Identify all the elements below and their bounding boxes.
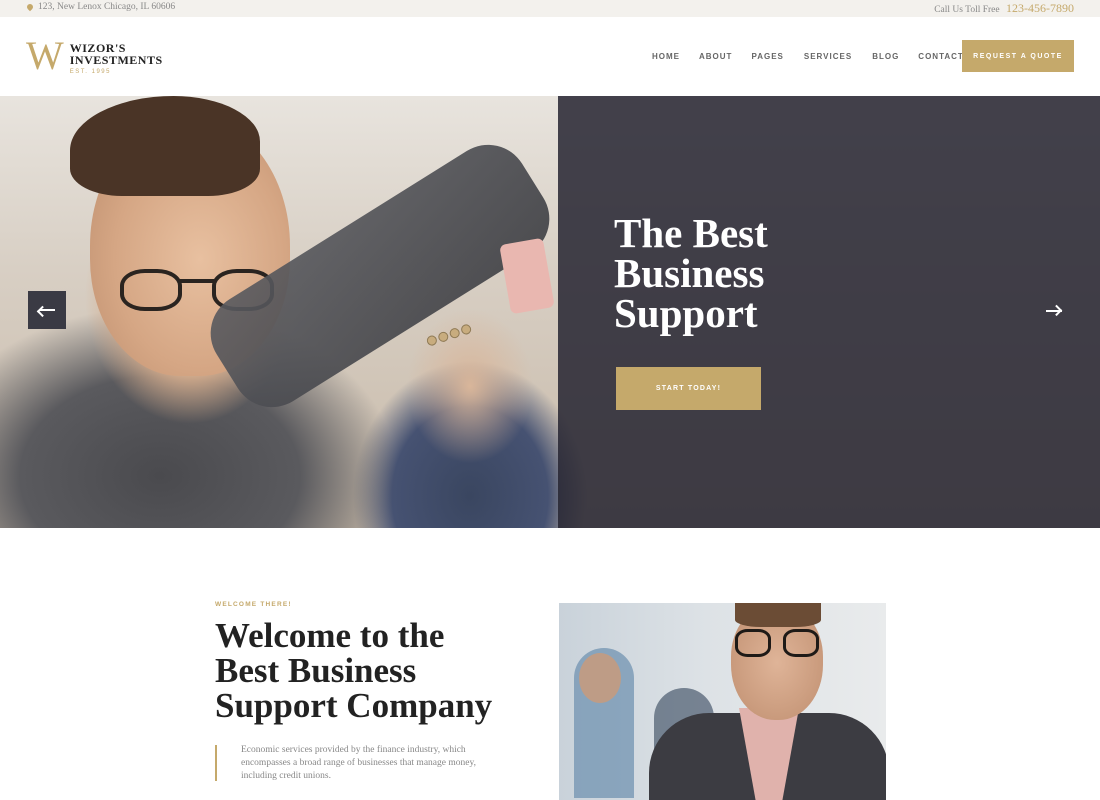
welcome-title: Welcome to the Best Business Support Com… (215, 618, 515, 723)
portrait-hair (735, 603, 821, 627)
address: 123, New Lenox Chicago, IL 60606 (25, 2, 176, 12)
toll-free-phone: Call Us Toll Free 123-456-7890 (934, 1, 1074, 16)
portrait-glasses (735, 629, 821, 659)
nav-item-services[interactable]: SERVICES (804, 52, 852, 61)
welcome-title-line2: Best Business (215, 651, 417, 690)
arrow-right-icon (1046, 310, 1062, 312)
hero-title-line3: Support (614, 290, 758, 336)
logo-name-line2: INVESTMENTS (69, 53, 163, 67)
site-header: W WIZOR'S INVESTMENTS EST. 1995 HOME ABO… (0, 17, 1100, 96)
arrow-left-icon (39, 309, 55, 311)
address-text: 123, New Lenox Chicago, IL 60606 (38, 2, 176, 12)
nav-item-about[interactable]: ABOUT (699, 52, 732, 61)
main-nav: HOME ABOUT PAGES SERVICES BLOG CONTACTS (652, 52, 970, 61)
nav-item-pages[interactable]: PAGES (751, 52, 783, 61)
hero-title: The Best Business Support (614, 213, 874, 336)
request-quote-button[interactable]: REQUEST A QUOTE (962, 40, 1074, 72)
hero-slider: The Best Business Support START TODAY! (0, 96, 1100, 528)
portrait-bg-person-1-head (579, 653, 621, 703)
slider-prev-button[interactable] (28, 291, 66, 329)
phone-number[interactable]: 123-456-7890 (1006, 1, 1074, 15)
logo-mark: W (26, 33, 64, 78)
phone-label: Call Us Toll Free (934, 5, 1000, 15)
logo[interactable]: W WIZOR'S INVESTMENTS EST. 1995 (26, 33, 163, 78)
welcome-body: Economic services provided by the financ… (241, 745, 476, 781)
start-today-button[interactable]: START TODAY! (616, 367, 761, 410)
logo-established: EST. 1995 (69, 69, 111, 75)
nav-item-home[interactable]: HOME (652, 52, 680, 61)
logo-text: WIZOR'S INVESTMENTS EST. 1995 (70, 40, 163, 75)
welcome-title-line3: Support Company (215, 686, 493, 725)
businessman-portrait (559, 603, 886, 800)
welcome-title-line1: Welcome to the (215, 616, 445, 655)
location-pin-icon (25, 2, 35, 12)
slider-next-button[interactable] (1040, 301, 1068, 321)
quote-rule (215, 745, 217, 781)
welcome-eyebrow: WELCOME THERE! (215, 601, 292, 608)
top-info-bar: 123, New Lenox Chicago, IL 60606 Call Us… (0, 0, 1100, 17)
nav-item-blog[interactable]: BLOG (872, 52, 899, 61)
